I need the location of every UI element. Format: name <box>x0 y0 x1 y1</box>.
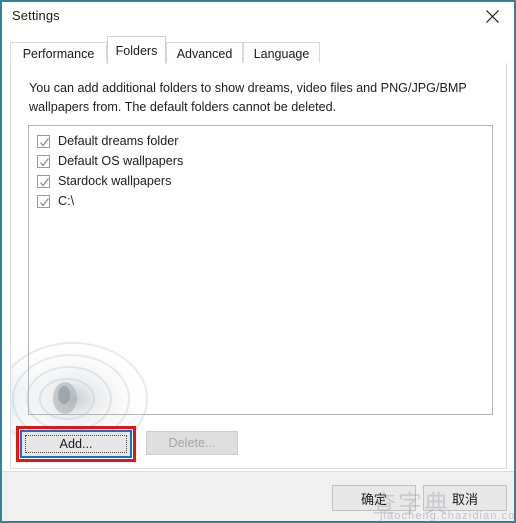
list-item[interactable]: Default OS wallpapers <box>29 151 492 171</box>
add-button-group: Add... <box>16 426 136 462</box>
list-item-label: Default dreams folder <box>58 134 179 148</box>
delete-button[interactable]: Delete... <box>146 431 238 455</box>
add-button-label: Add... <box>59 437 93 451</box>
list-item[interactable]: Stardock wallpapers <box>29 171 492 191</box>
cancel-button-label: 取消 <box>451 491 478 507</box>
tab-advanced-label: Advanced <box>176 46 233 61</box>
title-bar: Settings <box>2 2 514 32</box>
list-item-label: Default OS wallpapers <box>58 154 184 168</box>
tab-folders[interactable]: Folders <box>107 36 166 65</box>
cancel-button[interactable]: 取消 <box>423 485 507 511</box>
checkbox-checked-icon[interactable] <box>37 174 50 188</box>
tab-folders-label: Folders <box>115 43 158 58</box>
tab-strip: Performance Folders Advanced Language <box>10 36 506 65</box>
tab-language[interactable]: Language <box>243 42 320 64</box>
checkbox-checked-icon[interactable] <box>37 134 50 148</box>
add-button[interactable]: Add... <box>20 430 132 458</box>
window-title: Settings <box>12 8 60 23</box>
tab-language-label: Language <box>253 46 310 61</box>
list-item-label: Stardock wallpapers <box>58 174 172 188</box>
ok-button-label: 确定 <box>360 491 387 507</box>
panel-description: You can add additional folders to show d… <box>29 81 467 114</box>
list-item[interactable]: C:\ <box>29 191 492 211</box>
list-item[interactable]: Default dreams folder <box>29 131 492 151</box>
list-item-label: C:\ <box>58 194 75 208</box>
tab-performance-label: Performance <box>22 46 95 61</box>
tab-advanced[interactable]: Advanced <box>166 42 243 64</box>
folders-panel: You can add additional folders to show d… <box>10 63 507 469</box>
close-icon[interactable] <box>470 2 514 31</box>
settings-window: Settings Performance Folders Advanced La… <box>0 0 516 523</box>
tab-performance[interactable]: Performance <box>10 42 107 64</box>
ok-button[interactable]: 确定 <box>332 485 416 511</box>
checkbox-checked-icon[interactable] <box>37 194 50 208</box>
folders-listbox[interactable]: Default dreams folder Default OS wallpap… <box>28 125 493 415</box>
delete-button-label: Delete... <box>168 436 216 450</box>
checkbox-checked-icon[interactable] <box>37 154 50 168</box>
